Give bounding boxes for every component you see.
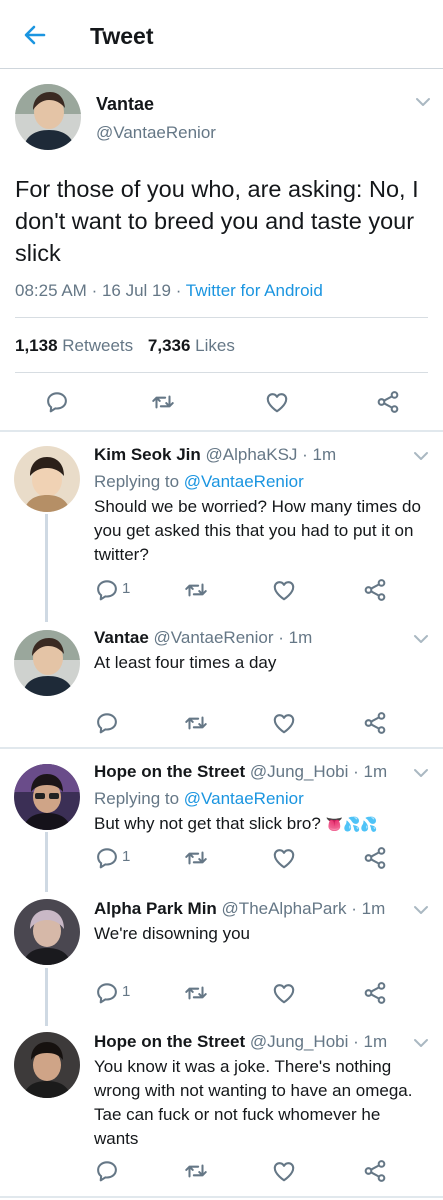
retweet-icon[interactable] [183,577,209,603]
reply-header: Vantae @VantaeRenior · 1m [94,628,313,647]
reply-time: 1m [288,628,313,647]
author-name[interactable]: Hope on the Street [94,1032,245,1051]
share-icon[interactable] [362,845,388,871]
avatar[interactable] [14,764,80,830]
reply-text: At least four times a day [94,653,277,672]
emoji: 👅💦💦 [325,816,378,832]
reply-text: But why not get that slick bro? 👅💦💦 [94,812,422,836]
avatar[interactable] [14,446,80,512]
reply-text: We're disowning you [94,924,251,943]
author-handle[interactable]: @VantaeRenior [96,122,216,144]
chevron-down-icon[interactable] [413,904,429,916]
share-icon[interactable] [362,1158,388,1184]
avatar[interactable] [14,1032,80,1098]
divider [0,1196,443,1198]
reply-text: You know it was a joke. There's nothing … [94,1057,413,1148]
retweets-stat[interactable]: 1,138 Retweets [15,336,133,355]
tweet-stats: 1,138 Retweets 7,336 Likes [15,335,235,357]
retweets-count: 1,138 [15,336,58,355]
reply-text: Should we be worried? How many times do … [94,497,421,564]
reply-time: 1m [312,445,337,464]
share-icon[interactable] [362,980,388,1006]
author-handle[interactable]: @Jung_Hobi [250,762,349,781]
replying-to: Replying to @VantaeRenior [94,470,304,494]
author-name[interactable]: Kim Seok Jin [94,445,201,464]
share-icon[interactable] [362,577,388,603]
replying-to: Replying to @VantaeRenior [94,787,304,811]
reply-icon[interactable] [94,980,120,1006]
author-handle[interactable]: @Jung_Hobi [250,1032,349,1051]
heart-icon[interactable] [264,389,290,415]
reply-time: 1m [363,1032,388,1051]
reply-icon[interactable] [94,845,120,871]
share-icon[interactable] [362,710,388,736]
divider [0,747,443,749]
reply-header: Hope on the Street @Jung_Hobi · 1m [94,762,388,781]
heart-icon[interactable] [271,710,297,736]
reply-time: 1m [363,762,388,781]
author-name[interactable]: Hope on the Street [94,762,245,781]
reply-header: Kim Seok Jin @AlphaKSJ · 1m [94,445,337,464]
share-icon[interactable] [375,389,401,415]
retweet-icon[interactable] [183,980,209,1006]
reply-count: 1 [122,580,131,597]
reply-header: Hope on the Street @Jung_Hobi · 1m [94,1032,388,1051]
reply-header: Alpha Park Min @TheAlphaPark · 1m [94,899,386,918]
reply-count: 1 [122,848,131,865]
avatar[interactable] [14,630,80,696]
reply-icon[interactable] [94,710,120,736]
top-bar: Tweet [0,0,443,69]
avatar[interactable] [14,899,80,965]
author-handle[interactable]: @VantaeRenior [154,628,274,647]
chevron-down-icon[interactable] [415,96,431,108]
author-name[interactable]: Alpha Park Min [94,899,217,918]
replying-label: Replying to [94,789,180,808]
reply-text-body: But why not get that slick bro? [94,814,321,833]
chevron-down-icon[interactable] [413,767,429,779]
arrow-left-icon[interactable] [20,20,50,50]
reply-icon[interactable] [44,389,70,415]
author-name[interactable]: Vantae [96,93,154,115]
replying-handle-link[interactable]: @VantaeRenior [184,472,304,491]
tweet-time: 08:25 AM [15,281,87,300]
divider [15,317,428,318]
likes-stat[interactable]: 7,336 Likes [148,336,235,355]
reply-time: 1m [361,899,386,918]
retweet-icon[interactable] [183,845,209,871]
retweet-icon[interactable] [150,389,176,415]
chevron-down-icon[interactable] [413,1037,429,1049]
divider [0,430,443,432]
thread-line [45,832,48,892]
heart-icon[interactable] [271,1158,297,1184]
replying-label: Replying to [94,472,180,491]
tweet-meta: 08:25 AM · 16 Jul 19 · Twitter for Andro… [15,281,323,300]
retweet-icon[interactable] [183,1158,209,1184]
author-handle[interactable]: @TheAlphaPark [222,899,347,918]
reply-count: 1 [122,983,131,1000]
heart-icon[interactable] [271,577,297,603]
tweet-source-link[interactable]: Twitter for Android [186,281,323,300]
author-name[interactable]: Vantae [94,628,149,647]
chevron-down-icon[interactable] [413,450,429,462]
heart-icon[interactable] [271,980,297,1006]
likes-label: Likes [195,336,235,355]
replying-handle-link[interactable]: @VantaeRenior [184,789,304,808]
tweet-date: 16 Jul 19 [101,281,171,300]
likes-count: 7,336 [147,336,191,355]
divider [15,372,428,373]
tweet-text: For those of you who, are asking: No, I … [15,176,419,266]
reply-icon[interactable] [94,577,120,603]
reply-icon[interactable] [94,1158,120,1184]
thread-line [45,514,48,622]
thread-line [45,968,48,1026]
heart-icon[interactable] [271,845,297,871]
page-title: Tweet [90,23,154,49]
retweet-icon[interactable] [183,710,209,736]
chevron-down-icon[interactable] [413,633,429,645]
retweets-label: Retweets [62,336,134,355]
avatar[interactable] [15,84,81,150]
author-handle[interactable]: @AlphaKSJ [206,445,298,464]
